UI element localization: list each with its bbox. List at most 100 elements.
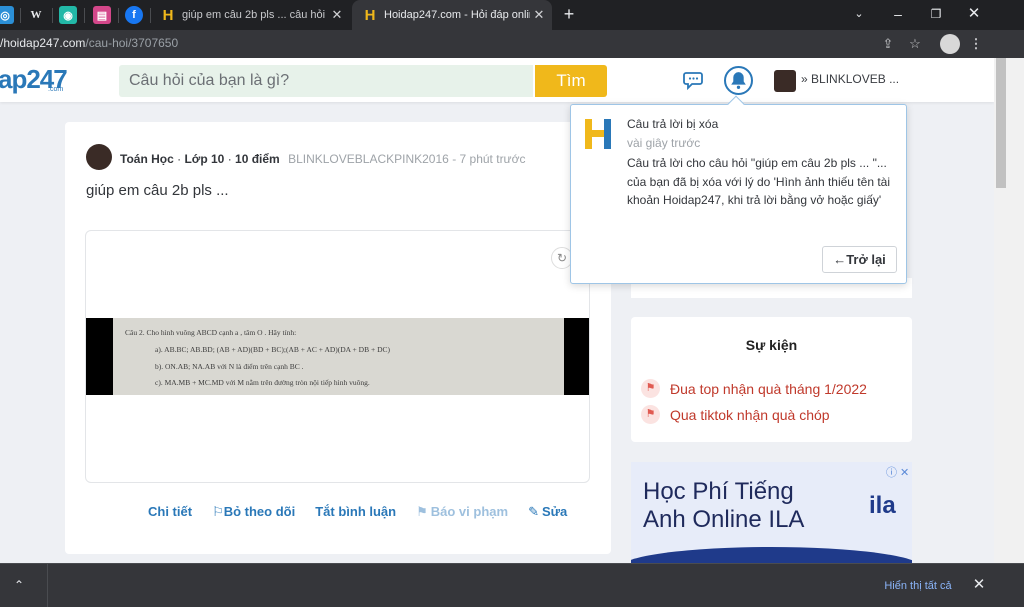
question-image[interactable]: Câu 2. Cho hình vuông ABCD cạnh a , tâm … — [86, 318, 589, 395]
exercise-line: a). AB.BC; AB.BD; (AB + AD)(BD + BC);(AB… — [155, 345, 390, 354]
adchoices-icon[interactable]: ⓘ ✕ — [886, 464, 909, 480]
bookmark-star-icon[interactable]: ☆ — [906, 35, 924, 53]
event-label: Qua tiktok nhận quà chóp — [670, 406, 830, 423]
event-label: Đua top nhận quà tháng 1/2022 — [670, 380, 867, 397]
chevron-down-icon: » — [801, 72, 808, 86]
url-path: /cau-hoi/3707650 — [85, 36, 179, 50]
window-close-icon[interactable]: ✕ — [955, 3, 993, 25]
tab-separator — [84, 8, 85, 23]
back-button[interactable]: ←Trở lại — [822, 246, 897, 273]
back-label: Trở lại — [846, 252, 886, 267]
flag-icon: ⚑ — [641, 405, 660, 424]
notification-popup: Câu trả lời bị xóa vài giây trước Câu tr… — [570, 95, 907, 284]
notification-title: Câu trả lời bị xóa — [627, 117, 719, 131]
exercise-photo: Câu 2. Cho hình vuông ABCD cạnh a , tâm … — [113, 318, 564, 395]
page-viewport: ap247 .com Câu hỏi của bạn là gì? Tìm » … — [0, 58, 994, 563]
question-text: giúp em câu 2b pls ... — [86, 182, 229, 199]
events-widget: Sự kiện ⚑ Đua top nhận quà tháng 1/2022 … — [631, 317, 912, 442]
search-input[interactable]: Câu hỏi của bạn là gì? — [119, 65, 533, 97]
download-bar: ⌃ Hiển thị tất cả ✕ — [0, 563, 1024, 607]
tab-separator — [118, 8, 119, 23]
unfollow-button[interactable]: ⚐Bỏ theo dõi — [212, 504, 295, 520]
question-meta: Toán Học · Lớp 10 · 10 điểm BLINKLOVEBLA… — [120, 152, 525, 166]
page-scrollbar[interactable] — [994, 58, 1024, 563]
detail-link[interactable]: Chi tiết — [148, 504, 192, 520]
facebook-tab-icon[interactable]: f — [125, 6, 143, 24]
flag-icon: ⚑ — [416, 504, 428, 519]
question-card: Toán Học · Lớp 10 · 10 điểm BLINKLOVEBLA… — [65, 122, 611, 554]
question-time: 7 phút trước — [459, 152, 526, 166]
subject-link[interactable]: Toán Học — [120, 152, 174, 166]
user-menu[interactable]: » BLINKLOVEB ... — [801, 72, 899, 86]
meta-dot: · — [227, 152, 236, 166]
grade-link[interactable]: Lớp 10 — [184, 152, 224, 166]
ila-logo: ila — [869, 492, 896, 519]
restore-icon[interactable]: ❐ — [917, 3, 955, 25]
tab-title: Hoidap247.com - Hỏi đáp online — [384, 9, 530, 21]
tab-separator — [52, 8, 53, 23]
user-avatar[interactable] — [774, 70, 796, 92]
tab-separator — [20, 8, 21, 23]
ad-headline: Học Phí Tiếng Anh Online ILA — [643, 478, 804, 534]
close-icon[interactable]: ✕ — [530, 7, 548, 23]
bell-icon — [731, 72, 746, 89]
username-label: BLINKLOVEB ... — [811, 72, 900, 86]
author-avatar[interactable] — [86, 144, 112, 170]
url-field[interactable]: /hoidap247.com/cau-hoi/3707650 — [0, 36, 178, 50]
exercise-line: b). ON.AB; NA.AB với N là điểm trên cạnh… — [155, 362, 304, 371]
edit-button[interactable]: ✎ Sửa — [528, 504, 567, 520]
minimize-icon[interactable]: – — [879, 3, 917, 25]
events-title: Sự kiện — [745, 337, 798, 353]
arrow-left-icon: ← — [833, 252, 847, 267]
new-tab-icon[interactable]: + — [552, 3, 586, 25]
chevron-up-icon[interactable]: ⌃ — [14, 578, 42, 594]
address-bar: /hoidap247.com/cau-hoi/3707650 ⇪ ☆ ⋮ — [0, 30, 1024, 58]
tab-hoidap-home[interactable]: H Hoidap247.com - Hỏi đáp online ✕ — [352, 0, 552, 30]
unfollow-label: Bỏ theo dõi — [223, 504, 296, 519]
pencil-icon: ✎ — [528, 504, 539, 519]
ad-line: Anh Online ILA — [643, 506, 805, 533]
points-label: 10 điểm — [235, 152, 280, 166]
edit-label: Sửa — [541, 504, 568, 519]
app-tab-icon[interactable]: ◉ — [59, 6, 77, 24]
report-label: Báo vi phạm — [430, 504, 509, 519]
meta-dash: - — [452, 152, 460, 166]
search-button[interactable]: Tìm — [535, 65, 607, 97]
browser-tab-strip: ◎ W ◉ ▤ f H giúp em câu 2b pls ... câu h… — [0, 0, 1024, 30]
advertisement-banner[interactable]: ⓘ ✕ Học Phí Tiếng Anh Online ILA ila — [631, 462, 912, 563]
exercise-line: c). MA.MB + MC.MD với M nằm trên đường t… — [155, 378, 370, 387]
exercise-line: Câu 2. Cho hình vuông ABCD cạnh a , tâm … — [125, 328, 297, 337]
site-header: ap247 .com Câu hỏi của bạn là gì? Tìm » … — [0, 58, 994, 102]
hoidap-logo-icon — [585, 119, 611, 149]
app-tab-icon[interactable]: ▤ — [93, 6, 111, 24]
notification-body: Câu trả lời cho câu hỏi "giúp em câu 2b … — [627, 156, 890, 207]
hoidap-favicon-icon: H — [364, 6, 376, 24]
notification-time: vài giây trước — [627, 136, 701, 150]
flag-icon: ⚑ — [641, 379, 660, 398]
notification-bell-button[interactable] — [724, 66, 753, 95]
share-icon[interactable]: ⇪ — [879, 35, 897, 53]
tab-search-chevron-down-icon[interactable]: ⌄ — [840, 3, 878, 25]
profile-avatar[interactable] — [940, 34, 960, 54]
question-actions: Chi tiết ⚐Bỏ theo dõi Tắt bình luận ⚑ Báo… — [148, 504, 587, 520]
close-icon[interactable]: ✕ — [970, 576, 988, 594]
tab-question[interactable]: H giúp em câu 2b pls ... câu hỏi 370 ✕ — [150, 0, 350, 30]
disable-comments-button[interactable]: Tắt bình luận — [315, 504, 396, 520]
author-name[interactable]: BLINKLOVEBLACKPINK2016 — [288, 152, 449, 166]
ad-line: Học Phí Tiếng — [643, 478, 794, 505]
show-all-downloads-button[interactable]: Hiển thị tất cả — [874, 573, 962, 599]
report-button[interactable]: ⚑ Báo vi phạm — [416, 504, 508, 520]
close-icon[interactable]: ✕ — [328, 7, 346, 23]
pinned-tab-icon[interactable]: ◎ — [0, 6, 14, 24]
hoidap-favicon-icon: H — [162, 6, 174, 24]
more-menu-icon[interactable]: ⋮ — [967, 35, 985, 53]
url-host: /hoidap247.com — [0, 36, 86, 50]
wikipedia-tab-icon[interactable]: W — [27, 6, 45, 24]
event-item[interactable]: ⚑ Qua tiktok nhận quà chóp — [641, 405, 830, 424]
scrollbar-thumb[interactable] — [996, 58, 1006, 188]
tab-title: giúp em câu 2b pls ... câu hỏi 370 — [182, 9, 328, 21]
ad-decoration — [631, 547, 912, 563]
download-bar-divider — [47, 564, 48, 607]
chat-icon[interactable] — [683, 69, 705, 91]
event-item[interactable]: ⚑ Đua top nhận quà tháng 1/2022 — [641, 379, 867, 398]
